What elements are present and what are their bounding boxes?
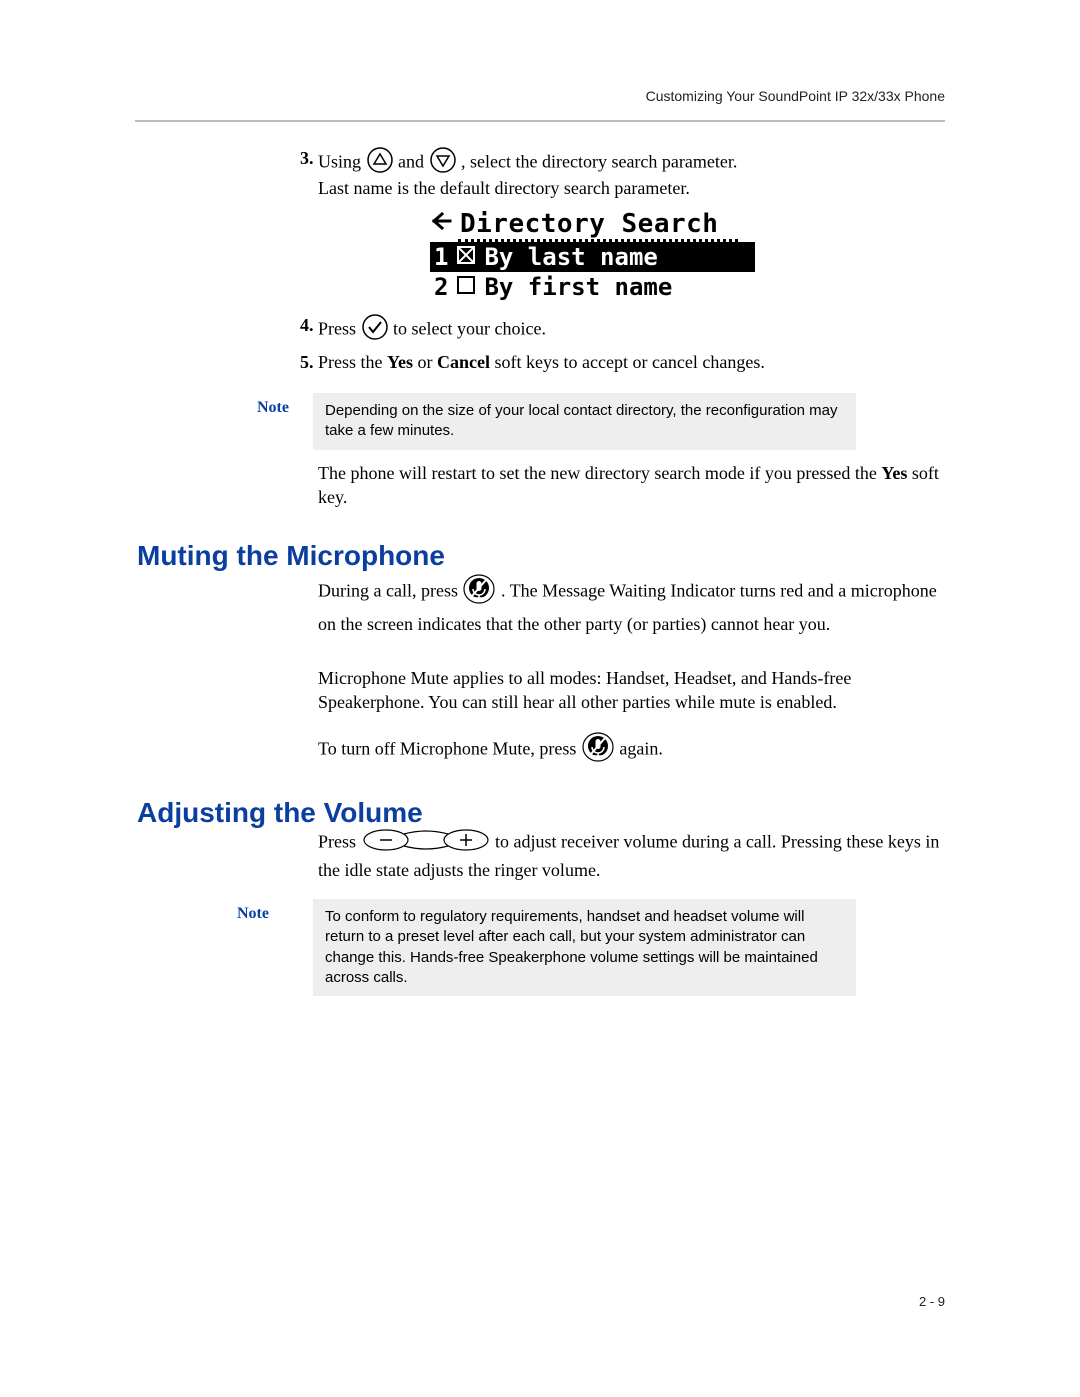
running-header: Customizing Your SoundPoint IP 32x/33x P…	[646, 88, 945, 104]
lcd-row-2-num: 2	[434, 273, 448, 301]
mute-key-icon	[581, 730, 615, 770]
step-5-or: or	[413, 352, 437, 372]
step-5-pre: Press the	[318, 352, 387, 372]
note-1-label: Note	[257, 399, 289, 417]
restart-line1: The phone will restart to set the new di…	[318, 463, 881, 483]
step-3-number: 3.	[300, 146, 314, 170]
volume-rocker-icon	[361, 828, 491, 858]
mute-key-icon	[462, 572, 496, 612]
lcd-title: Directory Search	[460, 209, 718, 239]
lcd-row-1-text: By last name	[484, 243, 657, 271]
muting-p3-post: again.	[619, 738, 662, 758]
restart-yes: Yes	[881, 463, 907, 483]
heading-muting-microphone: Muting the Microphone	[137, 540, 445, 572]
note-2-box: To conform to regulatory requirements, h…	[313, 899, 856, 996]
volume-pre: Press	[318, 831, 361, 851]
lcd-row-1: 1 By last name	[430, 242, 755, 272]
lcd-row-2-text: By first name	[484, 273, 672, 301]
heading-adjusting-volume: Adjusting the Volume	[137, 797, 423, 829]
step-4-post: to select your choice.	[393, 318, 546, 338]
lcd-row-2: 2 By first name	[430, 272, 755, 302]
phone-screen-directory-search: Directory Search 1 By last name 2 By fir…	[430, 209, 755, 302]
back-arrow-icon	[430, 209, 452, 239]
checkbox-empty-icon	[456, 273, 476, 301]
step-3-text-post: , select the directory search parameter.	[461, 151, 737, 171]
step-5-post: soft keys to accept or cancel changes.	[490, 352, 765, 372]
check-key-icon	[361, 313, 389, 347]
muting-p2: Microphone Mute applies to all modes: Ha…	[318, 666, 943, 715]
muting-p1-pre: During a call, press	[318, 580, 462, 600]
step-4-pre: Press	[318, 318, 361, 338]
step-3-text-mid: and	[398, 151, 429, 171]
checkbox-checked-icon	[456, 243, 476, 271]
step-5-cancel: Cancel	[437, 352, 490, 372]
step-5-number: 5.	[300, 350, 314, 374]
lcd-row-1-num: 1	[434, 243, 448, 271]
step-4-number: 4.	[300, 313, 314, 337]
muting-p3-pre: To turn off Microphone Mute, press	[318, 738, 581, 758]
note-1-box: Depending on the size of your local cont…	[313, 393, 856, 450]
header-rule	[135, 120, 945, 122]
step-3-text-pre: Using	[318, 151, 366, 171]
note-2-label: Note	[237, 905, 269, 923]
page-number: 2 - 9	[919, 1294, 945, 1309]
step-5-yes: Yes	[387, 352, 413, 372]
step-3-line2: Last name is the default directory searc…	[318, 176, 943, 200]
